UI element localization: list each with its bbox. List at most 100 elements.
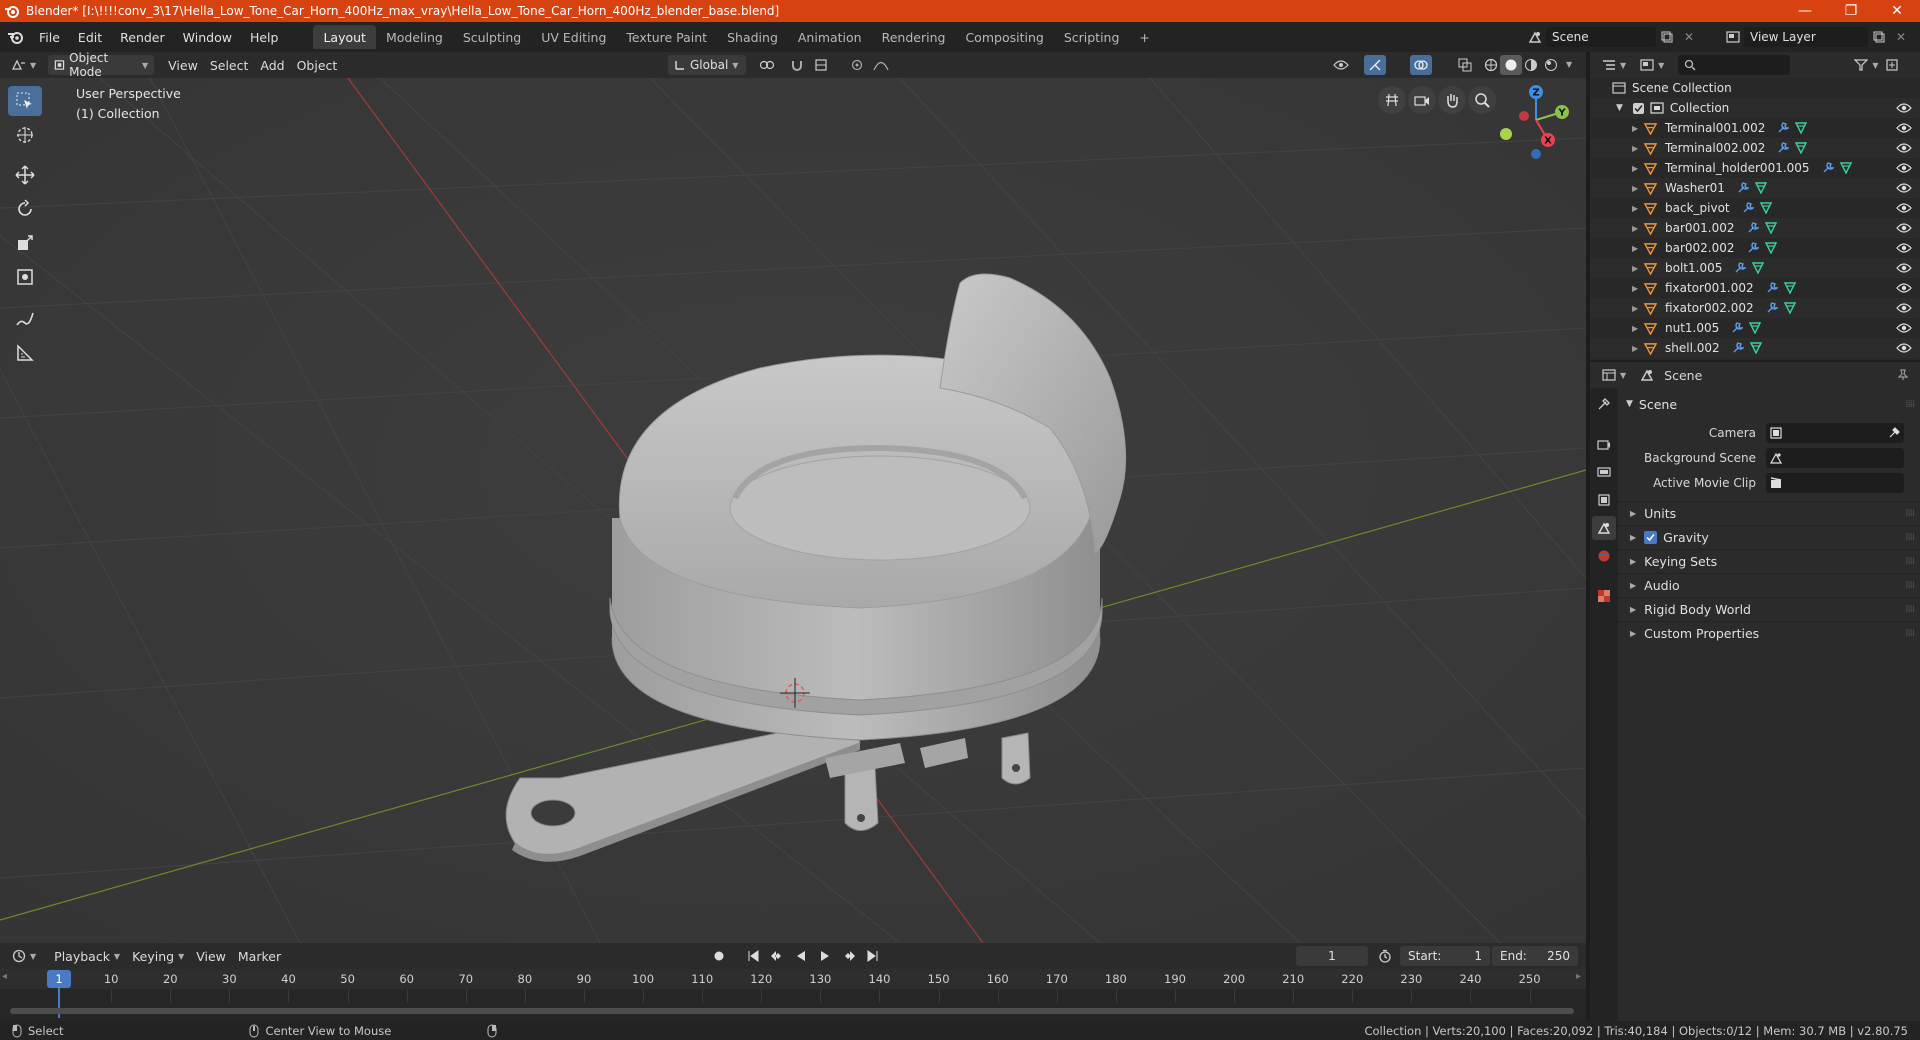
timeline-menu-playback[interactable]: Playback ▼ [48,946,126,966]
tab-output-icon[interactable] [1592,460,1616,484]
shading-material-icon[interactable] [1520,55,1542,75]
modifier-wrench-icon[interactable] [1777,142,1790,154]
rotate-tool[interactable] [8,194,42,224]
proportional-edit-icon[interactable] [846,55,868,75]
jump-to-start-icon[interactable] [742,946,764,966]
remove-scene-icon[interactable]: ✕ [1678,27,1700,47]
timeline-menu-marker[interactable]: Marker [232,946,287,966]
minimize-button[interactable]: — [1782,0,1828,22]
modifier-wrench-icon[interactable] [1731,322,1744,334]
tab-tool-icon[interactable] [1592,392,1616,416]
transform-tool[interactable] [8,262,42,292]
pin-icon[interactable] [1892,365,1914,385]
snap-magnet-icon[interactable] [786,55,808,75]
play-icon[interactable] [814,946,836,966]
next-keyframe-icon[interactable] [838,946,860,966]
mesh-data-icon[interactable] [1795,142,1808,154]
navigation-gizmo[interactable]: Z Y X [1496,80,1576,160]
timeline-area[interactable]: 10 20 30 40 50 60 70 80 90 100 110 120 130 140 150 160 1… [0,969,1586,1021]
outliner-object-row[interactable]: ▶ fixator001.002 [1590,278,1920,298]
expand-arrow-icon[interactable]: ▶ [1632,244,1644,253]
scale-tool[interactable] [8,228,42,258]
eye-icon[interactable] [1896,321,1912,335]
subpanel-rigid-body-world[interactable]: ▶ Rigid Body World ⁞⁞⁞⁞ [1618,597,1920,621]
expand-arrow-icon[interactable]: ▶ [1632,324,1644,333]
tab-scripting[interactable]: Scripting [1054,25,1130,49]
modifier-wrench-icon[interactable] [1742,202,1754,214]
falloff-icon[interactable] [870,55,892,75]
drag-grip-icon[interactable]: ⁞⁞⁞⁞ [1905,628,1915,639]
drag-grip-icon[interactable]: ⁞⁞⁞⁞ [1905,556,1915,567]
filter-icon[interactable] [1850,55,1872,75]
tab-shading[interactable]: Shading [717,25,788,49]
tab-uv-editing[interactable]: UV Editing [531,25,616,49]
current-frame-field[interactable]: 1 [1296,946,1368,966]
scene-icon[interactable] [1524,27,1546,47]
expand-arrow-icon[interactable]: ▶ [1632,304,1644,313]
shading-options-caret-icon[interactable]: ▼ [1566,60,1572,69]
toggle-camera-grid-icon[interactable] [1378,86,1406,114]
subpanel-audio[interactable]: ▶ Audio ⁞⁞⁞⁞ [1618,573,1920,597]
zoom-icon[interactable] [1468,86,1496,114]
new-collection-icon[interactable] [1882,55,1904,75]
active-movie-clip-field[interactable] [1766,472,1904,493]
mesh-data-icon[interactable] [1795,122,1808,134]
outliner-collection[interactable]: ▼ Collection [1590,98,1920,118]
mesh-data-icon[interactable] [1783,302,1796,314]
viewport-menu-add[interactable]: Add [254,55,290,75]
stopwatch-icon[interactable] [1374,946,1396,966]
outliner-object-row[interactable]: ▶ bolt1.005 [1590,258,1920,278]
add-workspace-button[interactable]: + [1129,25,1159,49]
expand-arrow-icon[interactable]: ▶ [1632,284,1644,293]
cursor-tool[interactable] [8,120,42,150]
expand-arrow-icon[interactable]: ▶ [1632,264,1644,273]
drag-grip-icon[interactable]: ⁞⁞⁞⁞ [1905,604,1915,615]
expand-arrow-icon[interactable]: ▶ [1632,344,1644,353]
gravity-checkbox[interactable] [1644,531,1658,544]
mesh-data-icon[interactable] [1752,262,1765,274]
tab-world-icon[interactable] [1592,544,1616,568]
collection-expand-icon[interactable]: ▼ [1616,103,1623,113]
expand-arrow-icon[interactable]: ▶ [1632,204,1644,213]
camera-view-icon[interactable] [1408,86,1436,114]
outliner-object-row[interactable]: ▶ fixator002.002 [1590,298,1920,318]
mesh-data-icon[interactable] [1749,322,1762,334]
tab-scene-icon[interactable] [1592,516,1616,540]
timeline-editor-icon[interactable] [8,946,30,966]
camera-field[interactable] [1766,422,1904,443]
outliner-object-row[interactable]: ▶ nut1.005 [1590,318,1920,338]
outliner-editor-icon[interactable] [1598,55,1620,75]
eye-icon[interactable] [1896,121,1912,135]
background-scene-field[interactable] [1766,447,1904,468]
outliner-object-row[interactable]: ▶ shell.002 [1590,338,1920,358]
eye-icon[interactable] [1896,101,1912,115]
eye-icon[interactable] [1896,221,1912,235]
mesh-data-icon[interactable] [1839,162,1852,174]
subpanel-custom-properties[interactable]: ▶ Custom Properties ⁞⁞⁞⁞ [1618,621,1920,645]
subpanel-units[interactable]: ▶ Units ⁞⁞⁞⁞ [1618,501,1920,525]
visibility-icon[interactable] [1330,55,1352,75]
close-button[interactable]: ✕ [1874,0,1920,22]
menu-window[interactable]: Window [174,26,241,48]
drag-grip-icon[interactable]: ⁞⁞⁞⁞ [1905,580,1915,591]
outliner-scene-collection[interactable]: Scene Collection [1590,78,1920,98]
subpanel-keying-sets[interactable]: ▶ Keying Sets ⁞⁞⁞⁞ [1618,549,1920,573]
drag-grip-icon[interactable]: ⁞⁞⁞⁞ [1905,532,1915,543]
modifier-wrench-icon[interactable] [1747,222,1759,234]
menu-render[interactable]: Render [111,26,174,48]
properties-editor-icon[interactable] [1598,365,1620,385]
outliner-object-row[interactable]: ▶ back_pivot [1590,198,1920,218]
eyedropper-icon[interactable] [1888,426,1900,439]
outliner-object-row[interactable]: ▶ bar001.002 [1590,218,1920,238]
menu-help[interactable]: Help [241,26,288,48]
eye-icon[interactable] [1896,201,1912,215]
eye-icon[interactable] [1896,301,1912,315]
menu-file[interactable]: File [30,26,69,48]
eye-icon[interactable] [1896,341,1912,355]
scene-panel-header[interactable]: ▼ Scene ⁞⁞⁞⁞ [1618,392,1920,416]
outliner-object-row[interactable]: ▶ Terminal001.002 [1590,118,1920,138]
eye-icon[interactable] [1896,161,1912,175]
modifier-wrench-icon[interactable] [1777,122,1790,134]
mesh-data-icon[interactable] [1764,222,1777,234]
outliner-object-row[interactable]: ▶ Terminal002.002 [1590,138,1920,158]
